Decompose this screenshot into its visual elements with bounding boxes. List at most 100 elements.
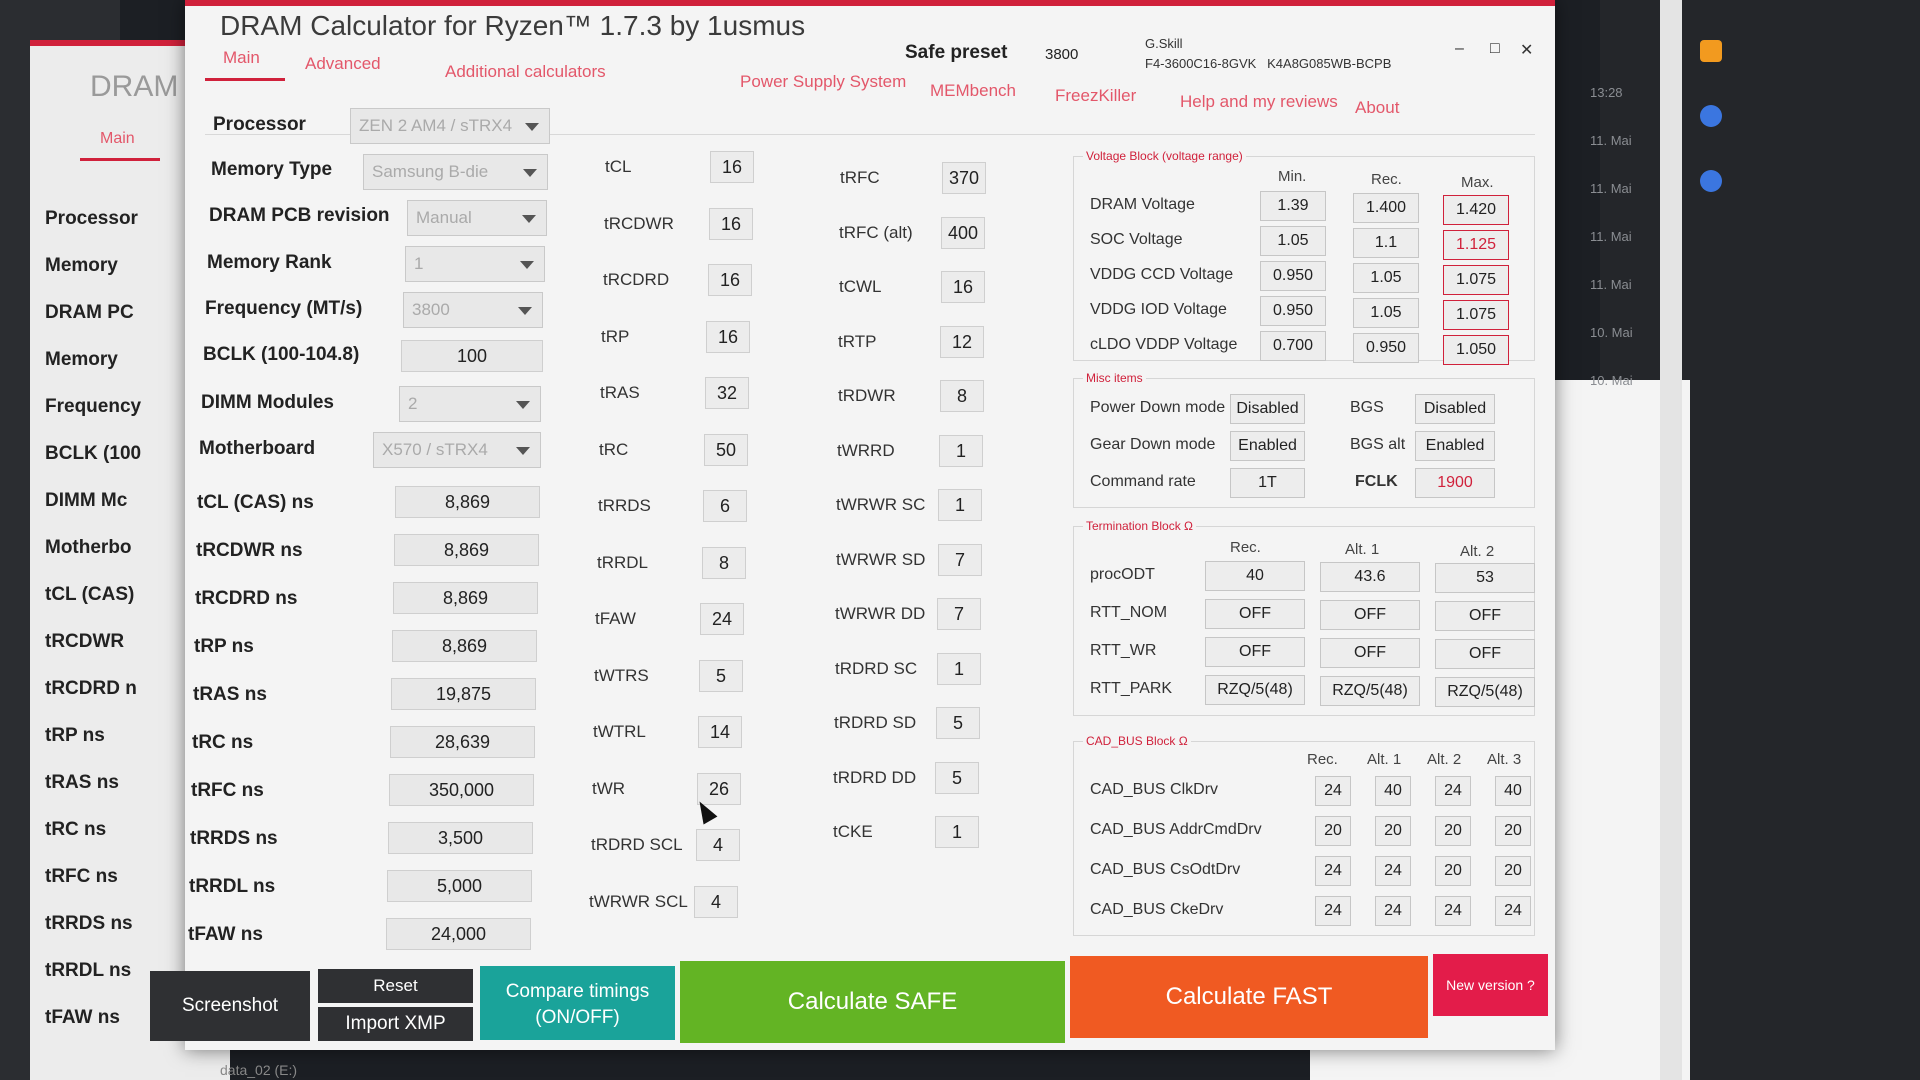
voltage-max[interactable]: 1.075: [1443, 265, 1509, 295]
voltage-min[interactable]: 0.950: [1260, 261, 1326, 291]
cadbus-value[interactable]: 20: [1495, 856, 1531, 886]
bclk-input[interactable]: 100: [401, 340, 543, 372]
voltage-max[interactable]: 1.075: [1443, 300, 1509, 330]
tab-power-supply[interactable]: Power Supply System: [740, 72, 906, 92]
screenshot-button[interactable]: Screenshot: [150, 971, 310, 1041]
timing-input[interactable]: 1: [938, 489, 982, 521]
timing-input[interactable]: 16: [710, 151, 754, 183]
termination-value[interactable]: OFF: [1435, 639, 1535, 669]
reset-button[interactable]: Reset: [318, 969, 473, 1003]
background-tab-main[interactable]: Main: [100, 130, 135, 148]
dimm-modules-select[interactable]: 2: [399, 386, 541, 422]
timing-input[interactable]: 7: [938, 543, 982, 576]
voltage-max[interactable]: 1.125: [1443, 230, 1509, 260]
termination-value[interactable]: RZQ/5(48): [1435, 677, 1535, 707]
minimize-button[interactable]: –: [1455, 40, 1464, 58]
fclk-value[interactable]: 1900: [1415, 468, 1495, 498]
pcb-revision-select[interactable]: Manual: [407, 200, 547, 236]
cadbus-value[interactable]: 24: [1315, 856, 1351, 886]
voltage-max[interactable]: 1.050: [1443, 335, 1509, 365]
timing-input[interactable]: 16: [706, 320, 750, 353]
tray-user-icon[interactable]: [1700, 170, 1722, 192]
import-xmp-button[interactable]: Import XMP: [318, 1007, 473, 1041]
memory-rank-select[interactable]: 1: [405, 246, 545, 282]
cadbus-value[interactable]: 24: [1315, 896, 1351, 926]
timing-input[interactable]: 16: [709, 207, 753, 240]
voltage-rec[interactable]: 1.05: [1353, 263, 1419, 293]
timing-input[interactable]: 5: [936, 707, 980, 739]
termination-value[interactable]: OFF: [1205, 637, 1305, 667]
timing-input[interactable]: 6: [703, 490, 747, 522]
timing-input[interactable]: 8: [702, 546, 746, 579]
cadbus-value[interactable]: 24: [1495, 896, 1531, 926]
cadbus-value[interactable]: 20: [1435, 856, 1471, 886]
termination-value[interactable]: OFF: [1320, 638, 1420, 668]
voltage-rec[interactable]: 1.05: [1353, 298, 1419, 328]
termination-value[interactable]: RZQ/5(48): [1320, 676, 1420, 706]
timing-input[interactable]: 400: [941, 216, 985, 249]
calculate-fast-button[interactable]: Calculate FAST: [1070, 956, 1428, 1038]
timing-input[interactable]: 16: [941, 271, 985, 303]
timing-input[interactable]: 1: [937, 652, 981, 685]
timing-input[interactable]: 12: [940, 325, 984, 358]
timing-input[interactable]: 4: [694, 885, 738, 918]
termination-value[interactable]: OFF: [1435, 601, 1535, 631]
bgs-value[interactable]: Disabled: [1415, 394, 1495, 424]
timing-input[interactable]: 24: [700, 603, 744, 635]
compare-timings-button[interactable]: Compare timings (ON/OFF): [480, 966, 675, 1040]
cadbus-value[interactable]: 24: [1375, 896, 1411, 926]
command-rate-value[interactable]: 1T: [1230, 468, 1305, 498]
tab-additional-calculators[interactable]: Additional calculators: [445, 62, 606, 82]
cadbus-value[interactable]: 24: [1435, 896, 1471, 926]
tab-about[interactable]: About: [1355, 98, 1399, 118]
timing-input[interactable]: 32: [705, 377, 749, 409]
timing-input[interactable]: 14: [698, 716, 742, 748]
timing-input[interactable]: 370: [942, 162, 986, 194]
cadbus-value[interactable]: 24: [1315, 776, 1351, 806]
timing-input[interactable]: 1: [939, 434, 983, 467]
timing-input[interactable]: 4: [696, 829, 740, 861]
termination-value[interactable]: OFF: [1205, 599, 1305, 629]
voltage-max[interactable]: 1.420: [1443, 195, 1509, 225]
frequency-select[interactable]: 3800: [403, 292, 543, 328]
tray-app-icon[interactable]: [1700, 40, 1722, 62]
cadbus-value[interactable]: 20: [1495, 816, 1531, 846]
termination-value[interactable]: 40: [1205, 561, 1305, 591]
cadbus-value[interactable]: 20: [1375, 816, 1411, 846]
power-down-value[interactable]: Disabled: [1230, 394, 1305, 424]
timing-input[interactable]: 50: [704, 433, 748, 466]
cadbus-value[interactable]: 24: [1435, 776, 1471, 806]
cadbus-value[interactable]: 20: [1315, 816, 1351, 846]
voltage-rec[interactable]: 1.400: [1353, 193, 1419, 223]
new-version-button[interactable]: New version ?: [1433, 954, 1548, 1016]
memory-type-select[interactable]: Samsung B-die: [363, 154, 548, 190]
bgs-alt-value[interactable]: Enabled: [1415, 431, 1495, 461]
tab-membench[interactable]: MEMbench: [930, 81, 1016, 101]
processor-select[interactable]: ZEN 2 AM4 / sTRX4: [350, 108, 550, 144]
termination-value[interactable]: RZQ/5(48): [1205, 675, 1305, 705]
gear-down-value[interactable]: Enabled: [1230, 431, 1305, 461]
voltage-rec[interactable]: 0.950: [1353, 333, 1419, 363]
motherboard-select[interactable]: X570 / sTRX4: [373, 432, 541, 468]
timing-input[interactable]: 5: [699, 659, 743, 692]
timing-input[interactable]: 1: [935, 816, 979, 848]
cadbus-value[interactable]: 40: [1495, 776, 1531, 806]
voltage-min[interactable]: 1.39: [1260, 191, 1326, 221]
timing-input[interactable]: 5: [935, 761, 979, 794]
tray-check-icon[interactable]: [1700, 105, 1722, 127]
tab-freezkiller[interactable]: FreezKiller: [1055, 86, 1136, 106]
tab-main[interactable]: Main: [223, 48, 260, 68]
cadbus-value[interactable]: 24: [1375, 856, 1411, 886]
termination-value[interactable]: OFF: [1320, 600, 1420, 630]
voltage-min[interactable]: 1.05: [1260, 226, 1326, 256]
close-button[interactable]: ✕: [1520, 40, 1533, 60]
cadbus-value[interactable]: 20: [1435, 816, 1471, 846]
termination-value[interactable]: 53: [1435, 563, 1535, 593]
timing-input[interactable]: 16: [708, 264, 752, 296]
termination-value[interactable]: 43.6: [1320, 562, 1420, 592]
voltage-min[interactable]: 0.950: [1260, 296, 1326, 326]
voltage-min[interactable]: 0.700: [1260, 331, 1326, 361]
calculate-safe-button[interactable]: Calculate SAFE: [680, 961, 1065, 1043]
voltage-rec[interactable]: 1.1: [1353, 228, 1419, 258]
tab-help[interactable]: Help and my reviews: [1180, 92, 1338, 112]
